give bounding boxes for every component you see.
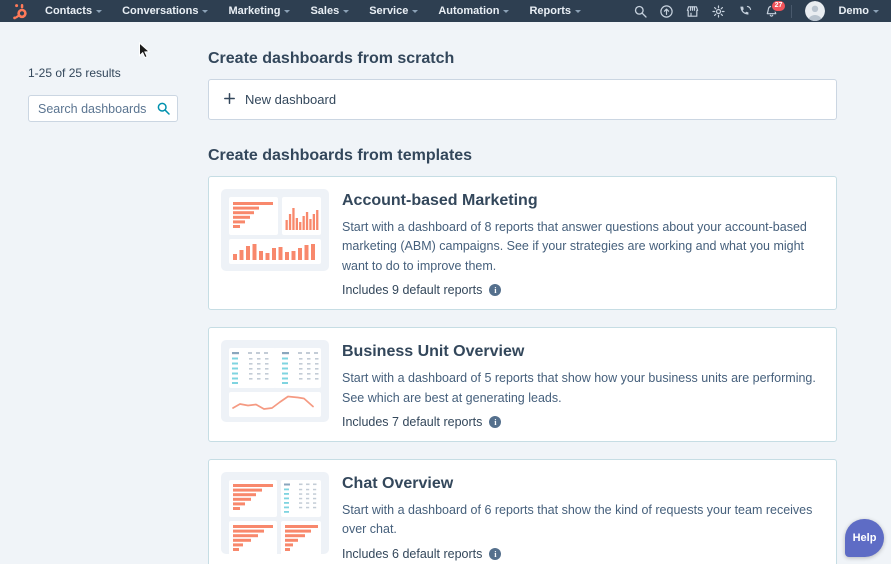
main-content: Create dashboards from scratch New dashb… [208,50,837,564]
upgrade-icon[interactable] [660,4,674,18]
template-title: Business Unit Overview [342,343,525,361]
account-menu[interactable]: Demo [838,5,879,17]
primary-nav: Contacts Conversations Marketing Sales S… [45,5,582,17]
nav-label: Conversations [122,5,199,17]
avatar[interactable] [805,1,826,21]
hubspot-logo-icon[interactable] [12,3,29,20]
template-title: Account-based Marketing [342,192,538,209]
new-dashboard-button[interactable]: New dashboard [208,79,837,120]
template-description: Start with a dashboard of 6 reports that… [342,502,813,537]
results-count: 1-25 of 25 results [28,66,121,80]
template-includes: Includes 6 default reports [342,546,483,561]
template-card-account-based-marketing[interactable]: Account-based Marketing Start with a das… [208,176,837,311]
template-title: Chat Overview [342,474,454,492]
nav-item-marketing[interactable]: Marketing [228,5,291,17]
chevron-down-icon [284,9,291,13]
search-icon[interactable] [634,5,648,18]
search-dashboards-input[interactable] [28,95,178,122]
template-card-body: Account-based Marketing Start with a das… [342,189,824,297]
marketplace-icon[interactable] [686,5,699,18]
search-icon[interactable] [157,102,170,120]
template-card-body: Business Unit Overview Start with a dash… [342,340,824,429]
template-card-chat-overview[interactable]: Chat Overview Start with a dashboard of … [208,458,837,564]
plus-icon [224,91,235,109]
scratch-heading: Create dashboards from scratch [208,50,455,67]
templates-heading: Create dashboards from templates [208,147,473,164]
dashboards-sidebar: 1-25 of 25 results [28,66,178,122]
chevron-down-icon [873,9,879,13]
template-thumbnail-bar-charts [221,189,329,271]
chevron-down-icon [503,9,510,13]
nav-label: Contacts [45,5,93,17]
navbar-divider [791,4,793,18]
nav-label: Automation [438,5,500,17]
notifications-bell-icon[interactable]: 27 [765,0,787,18]
template-thumbnail-tables-line [221,340,329,423]
template-card-body: Chat Overview Start with a dashboard of … [342,472,824,561]
nav-label: Marketing [228,5,281,17]
settings-gear-icon[interactable] [712,4,726,18]
template-includes: Includes 7 default reports [342,414,483,429]
top-navbar: Contacts Conversations Marketing Sales S… [0,0,891,22]
chevron-down-icon [202,9,209,13]
help-button[interactable]: Help [845,519,884,557]
nav-label: Service [369,5,409,17]
info-icon[interactable] [489,415,502,428]
account-name: Demo [838,5,869,17]
nav-item-sales[interactable]: Sales [310,5,350,17]
template-includes: Includes 9 default reports [342,283,483,298]
info-icon[interactable] [489,547,502,560]
nav-label: Reports [529,5,572,17]
template-card-business-unit-overview[interactable]: Business Unit Overview Start with a dash… [208,327,837,442]
mouse-cursor [138,41,151,65]
chevron-down-icon [343,9,350,13]
nav-item-automation[interactable]: Automation [438,5,510,17]
new-dashboard-label: New dashboard [245,92,337,107]
chevron-down-icon [575,9,582,13]
nav-item-service[interactable]: Service [369,5,419,17]
info-icon[interactable] [489,284,502,297]
nav-label: Sales [310,5,340,17]
nav-item-reports[interactable]: Reports [529,5,582,17]
chevron-down-icon [412,9,419,13]
notification-badge: 27 [770,0,787,12]
chevron-down-icon [96,9,103,13]
template-description: Start with a dashboard of 8 reports that… [342,220,807,273]
search-dashboards-box [28,95,178,122]
template-description: Start with a dashboard of 5 reports that… [342,371,816,405]
nav-item-conversations[interactable]: Conversations [122,5,209,17]
hubspot-dashboards-page: Contacts Conversations Marketing Sales S… [0,0,891,564]
calls-phone-icon[interactable] [738,5,752,18]
help-label: Help [852,532,877,544]
template-thumbnail-hbar-charts [221,471,329,558]
navbar-actions: 27 Demo [634,0,879,21]
nav-item-contacts[interactable]: Contacts [45,5,103,17]
